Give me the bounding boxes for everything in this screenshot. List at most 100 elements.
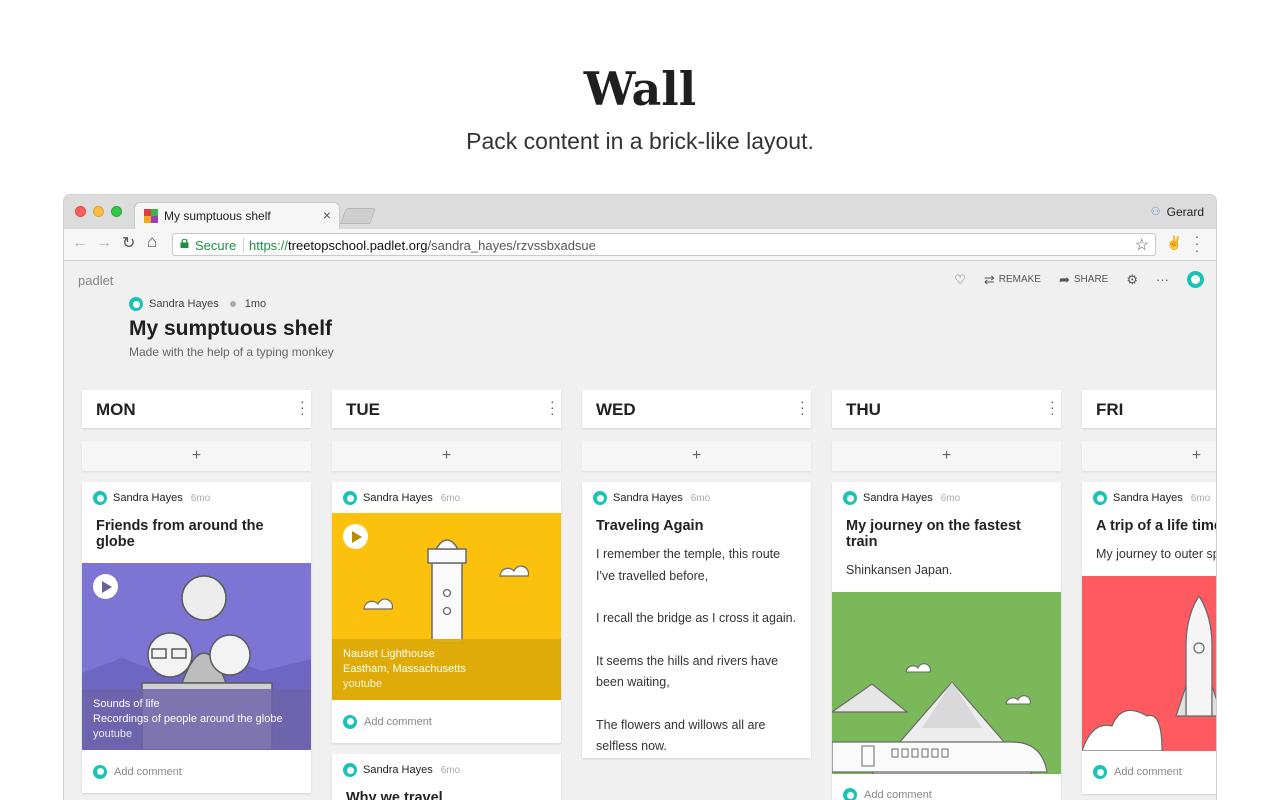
close-window-button[interactable] [75, 206, 86, 217]
new-tab-button[interactable] [340, 208, 376, 224]
column-menu-icon[interactable]: · · · [1050, 394, 1055, 420]
profile-icon: ⚇ [1150, 205, 1161, 218]
video-attachment[interactable]: Nauset Lighthouse Eastham, Massachusetts… [332, 513, 561, 700]
post-card[interactable]: Sandra Hayes 6mo Traveling Again I remem… [582, 482, 811, 758]
add-post-button[interactable]: + [1082, 441, 1216, 471]
post-paragraph: Shinkansen Japan. [846, 563, 953, 577]
home-icon[interactable]: ⌂ [147, 232, 157, 252]
navigation-bar: ← → ↻ ⌂ Secure https://treetopschool.pad… [64, 229, 1216, 261]
column-header: THU · · · [832, 390, 1061, 428]
address-bar[interactable]: Secure https://treetopschool.padlet.org/… [172, 233, 1156, 256]
user-avatar-button[interactable] [1187, 271, 1204, 288]
bookmark-star-icon[interactable]: ☆ [1135, 235, 1149, 255]
column-menu-icon[interactable]: · · · [300, 394, 305, 420]
post-card[interactable]: Sandra Hayes 6mo Nauset Lighthouse Easth… [332, 482, 561, 743]
post-author: Sandra Hayes [363, 492, 433, 504]
remake-button[interactable]: ⇄ REMAKE [984, 272, 1041, 288]
add-post-button[interactable]: + [332, 441, 561, 471]
browser-menu-icon[interactable]: · · · [1194, 229, 1200, 257]
media-source: youtube [343, 678, 383, 690]
maximize-window-button[interactable] [111, 206, 122, 217]
post-card[interactable]: Sandra Hayes 6mo A trip of a life time M… [1082, 482, 1216, 794]
post-body: Shinkansen Japan. [832, 550, 1061, 592]
settings-button[interactable]: ⚙ [1126, 272, 1138, 288]
reload-icon[interactable]: ↻ [122, 233, 135, 253]
image-attachment[interactable] [1082, 575, 1216, 751]
commenter-avatar [93, 764, 107, 779]
add-post-button[interactable]: + [82, 441, 311, 471]
url-path: /sandra_hayes/rzvssbxadsue [427, 238, 596, 253]
column-menu-icon[interactable]: · · · [550, 394, 555, 420]
media-subtitle: Recordings of people around the globe [93, 713, 283, 725]
column-title: MON [96, 400, 136, 419]
tab-close-icon[interactable]: × [323, 207, 331, 223]
back-arrow-icon[interactable]: ← [72, 234, 88, 252]
add-comment-button[interactable]: Add comment [832, 774, 1061, 800]
post-paragraph: My journey to outer space [1096, 547, 1216, 561]
wall-header: Sandra Hayes 1mo My sumptuous shelf Made… [129, 297, 334, 359]
post-author-line: Sandra Hayes 6mo [832, 482, 1061, 505]
wall-description: Made with the help of a typing monkey [129, 345, 334, 359]
heart-icon: ♡ [954, 271, 966, 287]
post-time: 6mo [1190, 492, 1211, 504]
media-caption: Sounds of life Recordings of people arou… [82, 689, 311, 750]
train-mountain-illustration [832, 662, 1048, 774]
play-button[interactable] [93, 574, 118, 599]
add-comment-label: Add comment [864, 789, 932, 800]
post-time: 6mo [440, 492, 461, 504]
post-paragraph: The flowers and willows all are selfless… [596, 717, 766, 754]
add-comment-button[interactable]: Add comment [82, 750, 311, 793]
column-header: MON · · · [82, 390, 311, 428]
more-button[interactable]: ··· [1156, 272, 1169, 287]
column-header: FRI ··· [1082, 390, 1216, 428]
share-button[interactable]: ➦ SHARE [1059, 272, 1108, 288]
add-comment-label: Add comment [364, 715, 432, 728]
column-thu: THU · · · + Sandra Hayes 6mo My journey on… [832, 390, 1061, 800]
post-time: 6mo [190, 492, 211, 504]
add-comment-button[interactable]: Add comment [1082, 751, 1216, 794]
post-card[interactable]: Sandra Hayes 6mo My journey on the faste… [832, 482, 1061, 800]
media-subtitle: Eastham, Massachusetts [343, 663, 466, 675]
browser-tab[interactable]: My sumptuous shelf × [134, 202, 340, 229]
post-author: Sandra Hayes [363, 764, 433, 776]
column-mon: MON · · · + Sandra Hayes 6mo Friends from … [82, 390, 311, 793]
post-paragraph: I remember the temple, this route I've t… [596, 547, 781, 583]
hero-title: Wall [583, 62, 697, 116]
url-host: treetopschool.padlet.org [288, 238, 428, 253]
avatar [1187, 271, 1204, 288]
column-title: THU [846, 400, 881, 419]
post-card[interactable]: Sandra Hayes 6mo Friends from around the… [82, 482, 311, 793]
post-author: Sandra Hayes [863, 492, 933, 504]
column-menu-icon[interactable]: · · · [800, 394, 805, 420]
wall-title: My sumptuous shelf [129, 317, 333, 340]
post-title: Traveling Again [596, 518, 704, 534]
post-card[interactable]: Sandra Hayes 6mo Why we travel [332, 754, 561, 800]
column-header: TUE · · · [332, 390, 561, 428]
minimize-window-button[interactable] [93, 206, 104, 217]
commenter-avatar [1093, 765, 1107, 779]
author-avatar [93, 491, 107, 505]
forward-arrow-icon[interactable]: → [96, 234, 112, 252]
padlet-logo[interactable]: padlet [78, 273, 113, 288]
column-fri: FRI ··· + Sandra Hayes 6mo A trip of a l… [1082, 390, 1216, 794]
image-attachment[interactable] [832, 591, 1061, 774]
post-time: 6mo [940, 492, 961, 504]
post-title: Why we travel [346, 790, 443, 800]
video-attachment[interactable]: Sounds of life Recordings of people arou… [82, 563, 311, 750]
browser-window: My sumptuous shelf × ⚇ Gerard ← → ↻ ⌂ Se… [64, 195, 1216, 800]
post-author-line: Sandra Hayes 6mo [332, 482, 561, 505]
add-post-button[interactable]: + [582, 441, 811, 471]
play-button[interactable] [343, 524, 368, 549]
add-post-button[interactable]: + [832, 441, 1061, 471]
url-text[interactable]: https://treetopschool.padlet.org/sandra_… [249, 238, 596, 253]
author-avatar [593, 491, 607, 505]
add-comment-button[interactable]: Add comment [332, 700, 561, 743]
browser-profile[interactable]: ⚇ Gerard [1151, 205, 1204, 219]
post-paragraph: I recall the bridge as I cross it again. [596, 611, 797, 625]
post-time: 6mo [690, 492, 711, 504]
remake-icon: ⇄ [983, 271, 995, 287]
extension-icon[interactable]: ✌ [1166, 235, 1182, 251]
tab-bar: My sumptuous shelf × ⚇ Gerard [64, 195, 1216, 229]
address-separator [243, 238, 244, 252]
like-button[interactable]: ♡ [954, 272, 966, 288]
